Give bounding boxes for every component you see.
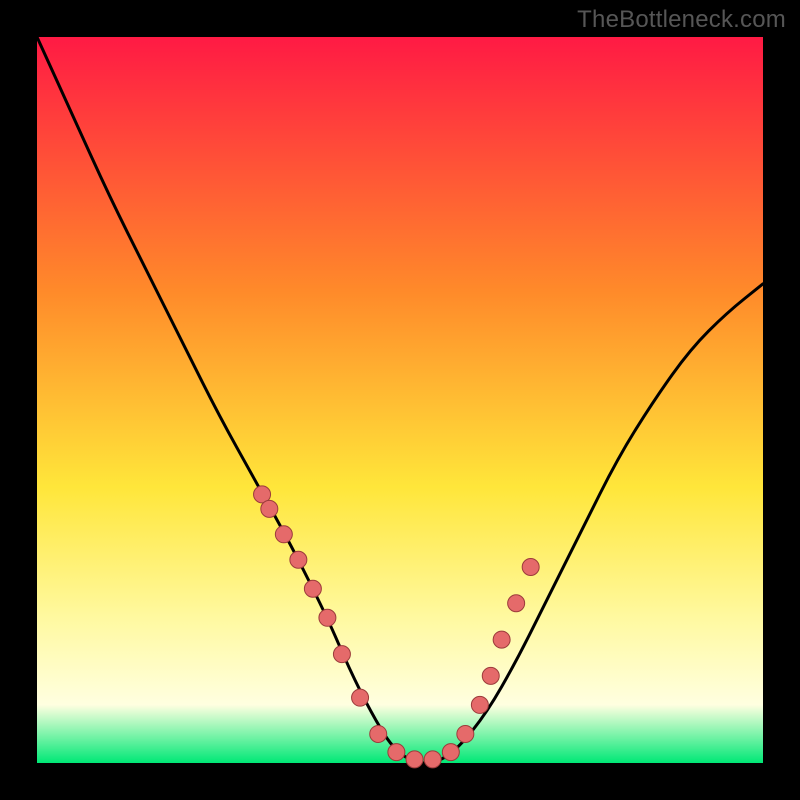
data-point (319, 609, 336, 626)
data-point (406, 751, 423, 768)
data-point (304, 580, 321, 597)
data-point (333, 646, 350, 663)
data-point (457, 725, 474, 742)
data-point (290, 551, 307, 568)
data-point (388, 744, 405, 761)
data-point (352, 689, 369, 706)
chart-frame: { "watermark": "TheBottleneck.com", "col… (0, 0, 800, 800)
data-point (370, 725, 387, 742)
data-point (508, 595, 525, 612)
data-point (261, 500, 278, 517)
chart-svg (0, 0, 800, 800)
watermark-text: TheBottleneck.com (577, 6, 786, 34)
data-point (442, 744, 459, 761)
data-point (482, 667, 499, 684)
data-point (275, 526, 292, 543)
data-point (522, 558, 539, 575)
data-point (493, 631, 510, 648)
data-point (471, 696, 488, 713)
data-point (424, 751, 441, 768)
